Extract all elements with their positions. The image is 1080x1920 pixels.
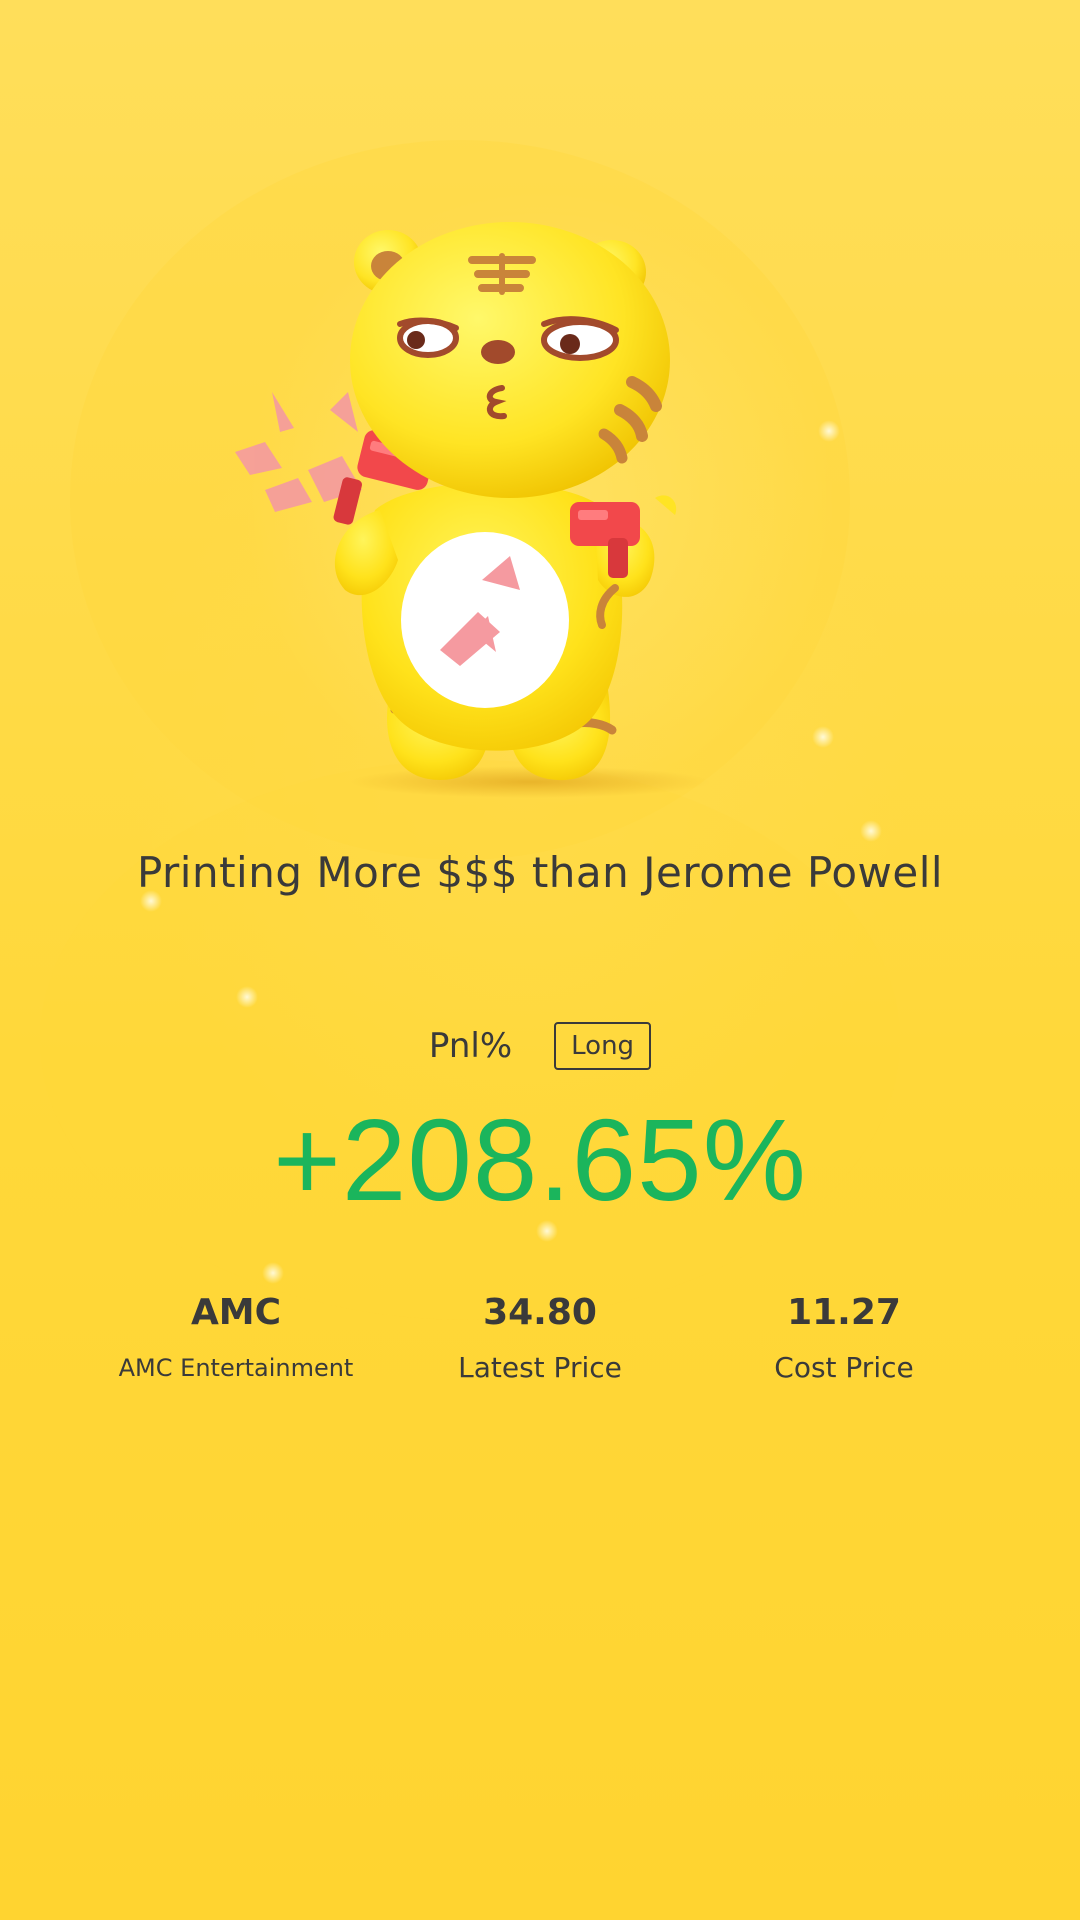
position-badge: Long [554, 1022, 652, 1070]
sparkle-decoration [236, 986, 258, 1008]
sparkle-decoration [818, 420, 840, 442]
cost-price-value: 11.27 [787, 1292, 901, 1333]
tiger-mascot-icon [235, 222, 710, 798]
ticker-symbol: AMC [190, 1292, 282, 1333]
stats-row: AMC AMC Entertainment 34.80 Latest Price… [0, 1288, 1080, 1408]
stat-ticker: AMC AMC Entertainment [86, 1288, 386, 1386]
stat-latest-price: 34.80 Latest Price [390, 1288, 690, 1386]
headline: Printing More $$$ than Jerome Powell [136, 848, 944, 897]
cost-price-label: Cost Price [774, 1351, 914, 1384]
pnl-value: +208.65% [273, 1095, 807, 1225]
pnl-row: Pnl% Long [0, 1022, 1080, 1070]
latest-price-label: Latest Price [458, 1351, 622, 1384]
company-name: AMC Entertainment [118, 1354, 354, 1382]
tiger-mascot-illustration [220, 220, 780, 800]
pnl-label: Pnl% [428, 1026, 513, 1066]
sparkle-decoration [262, 1262, 284, 1284]
latest-price-value: 34.80 [483, 1292, 597, 1333]
sparkle-decoration [812, 726, 834, 748]
sparkle-decoration [860, 820, 882, 842]
stat-cost-price: 11.27 Cost Price [694, 1288, 994, 1386]
